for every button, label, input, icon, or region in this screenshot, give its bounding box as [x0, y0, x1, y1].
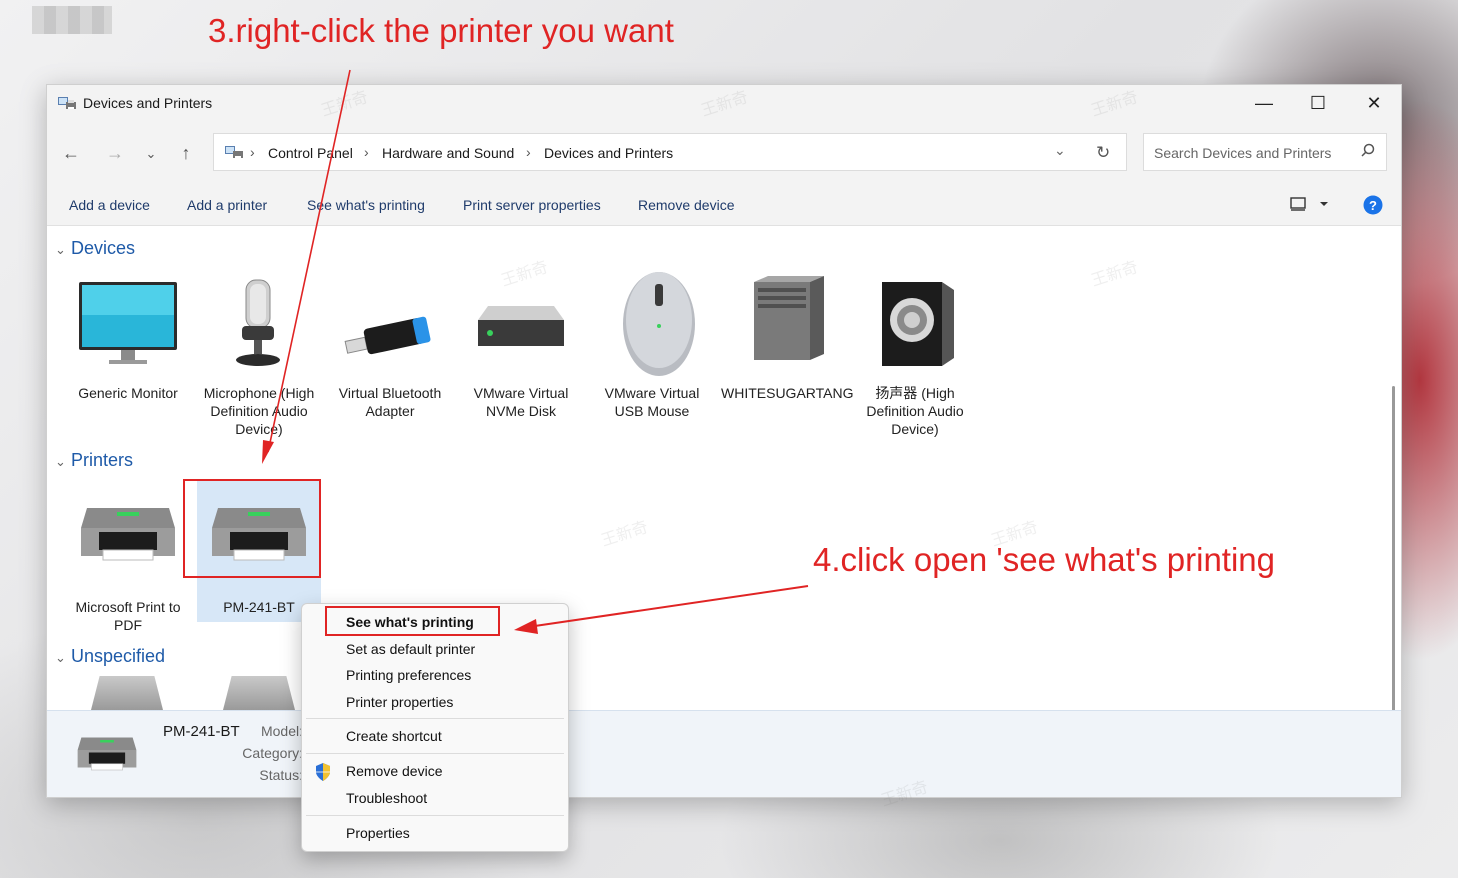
add-printer-button[interactable]: Add a printer — [187, 197, 267, 213]
breadcrumb-control-panel[interactable]: Control Panel — [268, 145, 353, 161]
devices-and-printers-window: Devices and Printers — ☐ ✕ ← → ⌄ ↑ › Con… — [46, 84, 1402, 798]
printer-microsoft-print-to-pdf[interactable]: Microsoft Print to PDF — [66, 488, 190, 638]
device-generic-monitor[interactable]: Generic Monitor — [66, 276, 190, 426]
remove-device-button[interactable]: Remove device — [638, 197, 735, 213]
microphone-icon — [236, 279, 280, 366]
mouse-icon — [623, 272, 695, 376]
device-speaker[interactable]: 扬声器 (High Definition Audio Device) — [853, 276, 977, 446]
menu-item-troubleshoot[interactable]: Troubleshoot — [346, 790, 427, 806]
printer-icon — [77, 737, 137, 771]
print-server-properties-button[interactable]: Print server properties — [463, 197, 601, 213]
vertical-scrollbar[interactable] — [1392, 386, 1395, 716]
add-device-button[interactable]: Add a device — [69, 197, 150, 213]
speaker-icon — [882, 282, 954, 366]
group-header-unspecified[interactable]: ⌄ Unspecified — [55, 646, 165, 667]
menu-separator — [306, 815, 564, 816]
window-title: Devices and Printers — [83, 95, 213, 111]
device-nvme-disk[interactable]: VMware Virtual NVMe Disk — [459, 276, 583, 426]
printer-label: Microsoft Print to PDF — [75, 599, 181, 633]
breadcrumb-separator: › — [526, 144, 531, 160]
address-row: ← → ⌄ ↑ › Control Panel › Hardware and S… — [47, 121, 1401, 185]
devices-printers-app-icon — [57, 95, 77, 114]
unspecified-device-icon[interactable] — [223, 676, 295, 710]
device-label: Virtual Bluetooth Adapter — [338, 385, 442, 419]
up-arrow-icon[interactable]: ↑ — [174, 143, 198, 164]
blurred-logo — [32, 6, 112, 34]
printer-icon — [81, 508, 175, 561]
breadcrumb-devices-and-printers[interactable]: Devices and Printers — [544, 145, 673, 161]
collapse-chevron-icon[interactable]: ⌄ — [55, 650, 71, 666]
see-whats-printing-button[interactable]: See what's printing — [307, 197, 425, 213]
breadcrumb-hardware-and-sound[interactable]: Hardware and Sound — [382, 145, 514, 161]
content-area: ⌄ Devices Generic Monitor Microphone (Hig… — [47, 226, 1401, 716]
shield-icon — [314, 762, 332, 785]
menu-separator — [306, 718, 564, 719]
breadcrumb-separator: › — [250, 144, 255, 160]
device-virtual-bluetooth-adapter[interactable]: Virtual Bluetooth Adapter — [328, 276, 452, 426]
breadcrumb-separator: › — [364, 144, 369, 160]
close-button[interactable]: ✕ — [1347, 85, 1401, 121]
annotation-step3: 3.right-click the printer you want — [208, 12, 674, 49]
recent-locations-chevron-icon[interactable]: ⌄ — [139, 146, 163, 162]
details-category-label: Category: — [242, 745, 303, 761]
help-icon[interactable]: ? — [1363, 195, 1383, 218]
search-input[interactable]: Search Devices and Printers — [1143, 133, 1387, 171]
group-header-printers[interactable]: ⌄ Printers — [55, 450, 133, 471]
highlight-box-menu-item — [325, 606, 500, 636]
device-label: Microphone (High Definition Audio Device… — [203, 385, 315, 437]
menu-item-create-shortcut[interactable]: Create shortcut — [346, 728, 442, 744]
monitor-icon — [79, 282, 177, 364]
annotation-step4: 4.click open 'see what's printing — [813, 541, 1276, 578]
device-computer[interactable]: WHITESUGARTANG — [721, 276, 854, 426]
menu-item-remove-device[interactable]: Remove device — [346, 763, 443, 779]
menu-item-properties[interactable]: Properties — [346, 825, 410, 841]
menu-item-printer-properties[interactable]: Printer properties — [346, 694, 453, 710]
device-label: 扬声器 (High Definition Audio Device) — [866, 385, 964, 437]
details-device-name: PM-241-BT — [163, 723, 240, 740]
menu-separator — [306, 753, 564, 754]
address-dropdown-chevron-icon[interactable]: ⌄ — [1054, 142, 1066, 159]
view-options-icon[interactable] — [1289, 195, 1329, 216]
search-placeholder: Search Devices and Printers — [1154, 145, 1332, 161]
device-label: VMware Virtual USB Mouse — [604, 385, 700, 419]
device-microphone[interactable]: Microphone (High Definition Audio Device… — [197, 276, 321, 446]
details-status-label: Status: — [259, 767, 303, 783]
device-label: VMware Virtual NVMe Disk — [473, 385, 569, 419]
control-panel-icon — [224, 144, 244, 163]
collapse-chevron-icon[interactable]: ⌄ — [55, 242, 71, 258]
printer-context-menu: See what's printing Set as default print… — [301, 603, 569, 852]
disk-drive-icon — [478, 306, 564, 346]
minimize-button[interactable]: — — [1237, 85, 1291, 121]
device-usb-mouse[interactable]: VMware Virtual USB Mouse — [590, 266, 714, 426]
refresh-icon[interactable]: ↻ — [1096, 143, 1110, 163]
group-header-devices[interactable]: ⌄ Devices — [55, 238, 135, 259]
menu-item-printing-preferences[interactable]: Printing preferences — [346, 667, 471, 683]
command-bar: Add a device Add a printer See what's pr… — [47, 185, 1401, 226]
unspecified-device-icon[interactable] — [91, 676, 163, 710]
collapse-chevron-icon[interactable]: ⌄ — [55, 454, 71, 470]
svg-text:?: ? — [1369, 198, 1377, 213]
usb-dongle-icon — [344, 316, 431, 355]
title-bar: Devices and Printers — ☐ ✕ — [47, 85, 1401, 121]
device-label: Generic Monitor — [78, 385, 178, 401]
device-label: WHITESUGARTANG — [721, 385, 854, 401]
address-bar[interactable]: › Control Panel › Hardware and Sound › D… — [213, 133, 1127, 171]
menu-item-set-default-printer[interactable]: Set as default printer — [346, 641, 475, 657]
details-pane: PM-241-BT Model: Category: Status: — [47, 710, 1401, 797]
back-arrow-icon[interactable]: ← — [59, 143, 83, 164]
maximize-button[interactable]: ☐ — [1291, 85, 1345, 121]
highlight-box-printer — [183, 479, 321, 578]
forward-arrow-icon[interactable]: → — [103, 143, 127, 164]
details-model-label: Model: — [260, 723, 303, 739]
computer-tower-icon — [754, 276, 824, 360]
search-icon[interactable] — [1360, 143, 1376, 162]
